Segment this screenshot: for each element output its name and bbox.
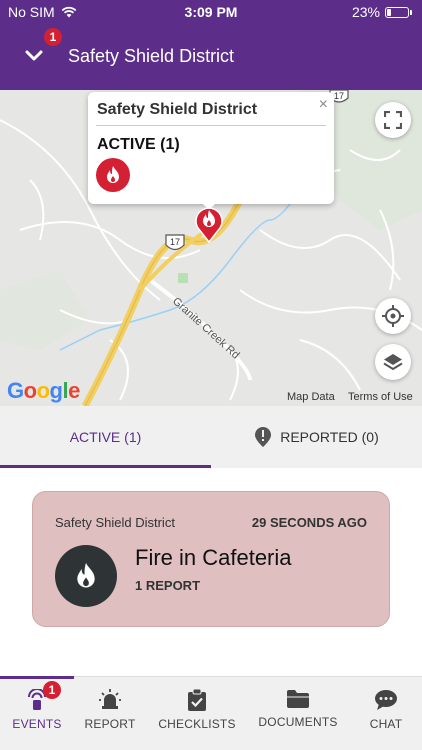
nav-events[interactable]: 1 EVENTS xyxy=(0,676,74,750)
event-card[interactable]: Safety Shield District 29 SECONDS AGO Fi… xyxy=(32,491,390,627)
popup-title: Safety Shield District xyxy=(97,101,258,118)
event-district: Safety Shield District xyxy=(55,515,175,530)
fire-icon[interactable] xyxy=(96,158,130,192)
tab-reported-label: REPORTED (0) xyxy=(280,429,379,445)
status-bar: No SIM 3:09 PM 23% xyxy=(0,0,422,24)
notification-badge: 1 xyxy=(44,28,62,46)
map-view[interactable]: 17 17 Granite Creek Rd Safety Shield Dis… xyxy=(0,90,422,406)
nav-label: DOCUMENTS xyxy=(258,715,338,729)
popup-active-count: ACTIVE (1) xyxy=(97,136,180,153)
district-title[interactable]: Safety Shield District xyxy=(68,46,234,67)
nav-checklists[interactable]: CHECKLISTS xyxy=(148,677,246,750)
event-tabs: ACTIVE (1) REPORTED (0) xyxy=(0,406,422,468)
event-time: 29 SECONDS AGO xyxy=(251,515,367,530)
layers-icon xyxy=(383,354,403,371)
tab-reported[interactable]: REPORTED (0) xyxy=(211,406,422,468)
folder-icon xyxy=(287,690,309,708)
map-popup[interactable]: Safety Shield District × ACTIVE (1) xyxy=(88,92,334,210)
route-shield-label: 17 xyxy=(170,237,180,247)
layers-button[interactable] xyxy=(375,344,411,380)
nav-label: EVENTS xyxy=(12,717,62,731)
fire-icon xyxy=(55,545,117,607)
route-shield-label: 17 xyxy=(334,91,344,101)
close-icon[interactable]: × xyxy=(319,96,328,114)
battery-percent: 23% xyxy=(351,4,380,20)
app-header: No SIM 3:09 PM 23% 1 Safety Shield Distr… xyxy=(0,0,422,90)
chevron-down-icon[interactable] xyxy=(22,46,46,66)
events-badge: 1 xyxy=(43,681,61,699)
nav-documents[interactable]: DOCUMENTS xyxy=(250,677,346,750)
terms-link[interactable]: Terms of Use xyxy=(348,391,413,403)
nav-chat[interactable]: CHAT xyxy=(350,677,422,750)
alert-icon xyxy=(255,427,272,447)
crosshair-icon xyxy=(382,305,404,327)
popup-divider xyxy=(96,125,326,126)
google-logo: Google xyxy=(7,378,80,403)
nav-label: CHECKLISTS xyxy=(158,717,236,731)
nav-report[interactable]: REPORT xyxy=(74,677,146,750)
event-title: Fire in Cafeteria xyxy=(135,545,292,570)
nav-label: REPORT xyxy=(84,717,136,731)
event-list: Safety Shield District 29 SECONDS AGO Fi… xyxy=(0,468,422,676)
tab-active[interactable]: ACTIVE (1) xyxy=(0,406,211,468)
battery-icon xyxy=(385,6,409,18)
fullscreen-icon xyxy=(384,111,402,129)
battery: 23% xyxy=(352,4,412,20)
fullscreen-button[interactable] xyxy=(375,102,411,138)
bottom-nav: 1 EVENTS REPORT CHECKLISTS DOCUMENTS CHA… xyxy=(0,676,422,750)
map-pin-icon[interactable] xyxy=(193,204,225,244)
chat-icon xyxy=(375,690,397,710)
tab-active-label: ACTIVE (1) xyxy=(69,429,142,445)
clipboard-check-icon xyxy=(188,689,206,711)
nav-label: CHAT xyxy=(369,717,403,731)
event-report-count: 1 REPORT xyxy=(135,578,201,593)
map-data-link[interactable]: Map Data xyxy=(287,391,335,403)
locate-button[interactable] xyxy=(375,298,411,334)
siren-icon xyxy=(99,689,121,709)
